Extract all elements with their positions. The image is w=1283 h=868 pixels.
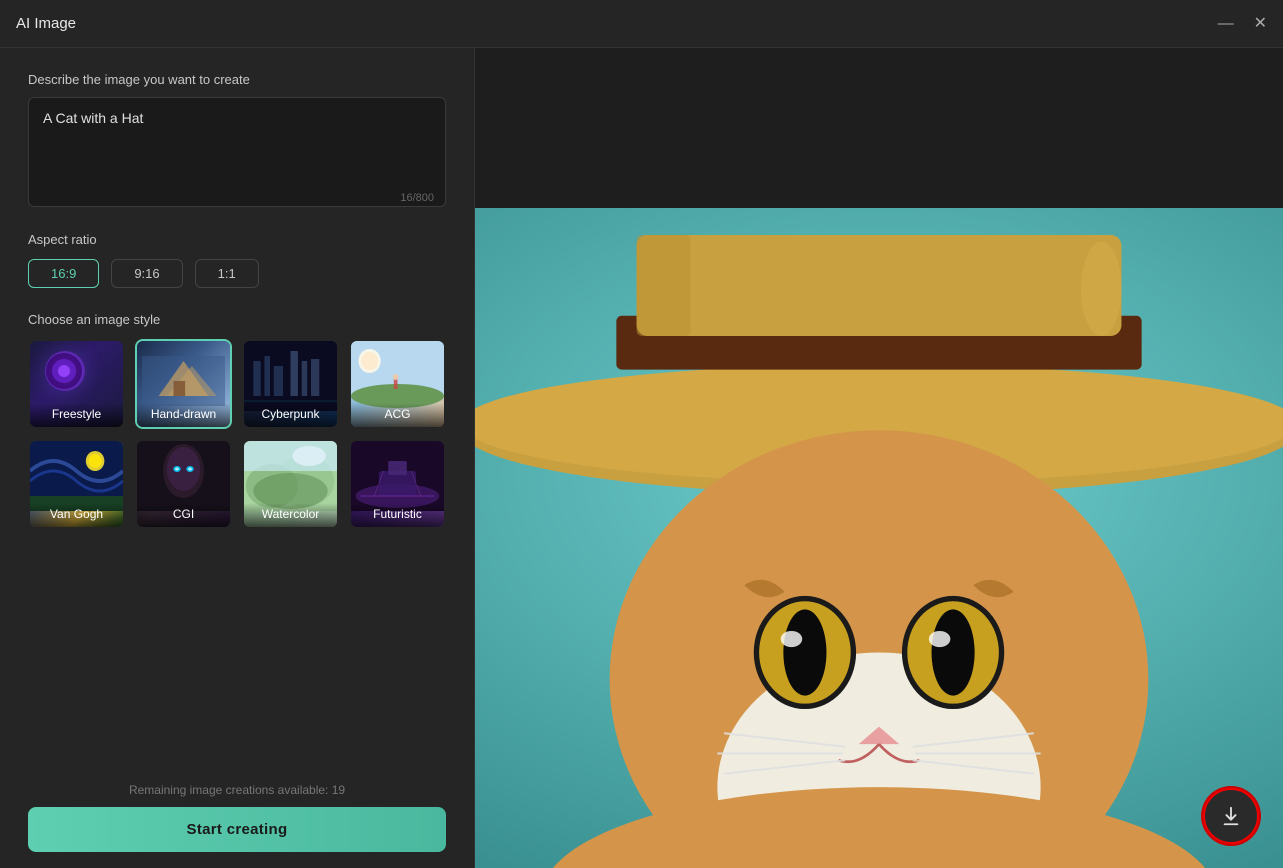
style-card-vangogh[interactable]: Van Gogh	[28, 439, 125, 529]
aspect-ratio-row: 16:9 9:16 1:1	[28, 259, 446, 288]
char-count: 16/800	[400, 192, 434, 204]
style-label-handdrawn: Hand-drawn	[137, 403, 230, 427]
aspect-ratio-label: Aspect ratio	[28, 232, 446, 247]
style-card-cgi[interactable]: CGI	[135, 439, 232, 529]
top-spacer	[475, 48, 1283, 208]
window-controls: — ✕	[1218, 16, 1267, 32]
style-label-futuristic: Futuristic	[351, 503, 444, 527]
style-card-futuristic[interactable]: Futuristic	[349, 439, 446, 529]
start-creating-button[interactable]: Start creating	[28, 807, 446, 852]
download-button-wrapper	[1203, 788, 1259, 844]
left-panel: Describe the image you want to create A …	[0, 48, 475, 868]
close-button[interactable]: ✕	[1254, 16, 1267, 32]
style-label-cyberpunk: Cyberpunk	[244, 403, 337, 427]
style-grid: Freestyle Hand-drawn	[28, 339, 446, 529]
style-label-watercolor: Watercolor	[244, 503, 337, 527]
window-title: AI Image	[16, 15, 76, 32]
style-label: Choose an image style	[28, 312, 446, 327]
style-card-handdrawn[interactable]: Hand-drawn	[135, 339, 232, 429]
ratio-1-1[interactable]: 1:1	[195, 259, 259, 288]
bottom-section: Remaining image creations available: 19 …	[28, 767, 446, 852]
prompt-label: Describe the image you want to create	[28, 72, 446, 87]
ratio-9-16[interactable]: 9:16	[111, 259, 182, 288]
style-card-cyberpunk[interactable]: Cyberpunk	[242, 339, 339, 429]
download-button[interactable]	[1203, 788, 1259, 844]
minimize-button[interactable]: —	[1218, 16, 1234, 32]
cat-image	[475, 208, 1283, 868]
style-label-vangogh: Van Gogh	[30, 503, 123, 527]
style-card-freestyle[interactable]: Freestyle	[28, 339, 125, 429]
style-card-acg[interactable]: ACG	[349, 339, 446, 429]
image-display	[475, 48, 1283, 868]
download-icon	[1220, 805, 1242, 827]
main-layout: Describe the image you want to create A …	[0, 48, 1283, 868]
remaining-text: Remaining image creations available: 19	[28, 783, 446, 797]
style-label-cgi: CGI	[137, 503, 230, 527]
titlebar: AI Image — ✕	[0, 0, 1283, 48]
textarea-wrapper: A Cat with a Hat 16/800	[28, 97, 446, 212]
style-label-acg: ACG	[351, 403, 444, 427]
style-card-watercolor[interactable]: Watercolor	[242, 439, 339, 529]
prompt-textarea[interactable]: A Cat with a Hat	[28, 97, 446, 207]
right-panel	[475, 48, 1283, 868]
style-label-freestyle: Freestyle	[30, 403, 123, 427]
ratio-16-9[interactable]: 16:9	[28, 259, 99, 288]
